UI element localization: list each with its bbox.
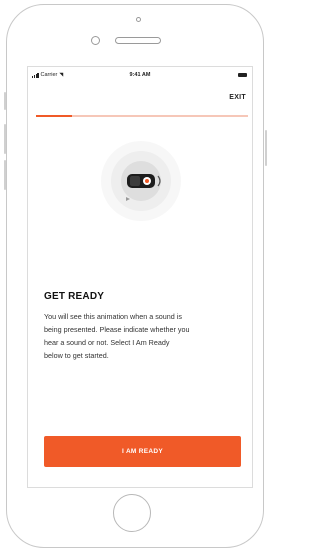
side-button bbox=[265, 130, 267, 166]
home-button[interactable] bbox=[113, 494, 151, 532]
progress-bar bbox=[36, 115, 248, 117]
side-button bbox=[4, 92, 6, 110]
status-bar: Carrier ◥ 9:41 AM bbox=[28, 67, 252, 81]
exit-button[interactable]: EXIT bbox=[229, 94, 246, 101]
instructions-line: being presented. Please indicate whether… bbox=[44, 325, 190, 334]
camera-icon bbox=[136, 17, 141, 22]
side-button bbox=[4, 160, 6, 190]
status-time: 9:41 AM bbox=[129, 72, 151, 78]
instructions-line: You will see this animation when a sound… bbox=[44, 312, 182, 321]
sound-animation-icon bbox=[101, 141, 181, 221]
instructions-line: below to get started. bbox=[44, 351, 109, 360]
progress-fill bbox=[36, 115, 73, 117]
get-ready-heading: GET READY bbox=[44, 291, 105, 302]
sensor-icon bbox=[91, 36, 100, 45]
side-button bbox=[4, 124, 6, 154]
battery-icon bbox=[238, 73, 247, 77]
i-am-ready-button[interactable]: I AM READY bbox=[44, 436, 241, 467]
instructions-text: You will see this animation when a sound… bbox=[44, 310, 244, 362]
speaker-icon bbox=[126, 174, 161, 201]
instructions-line: hear a sound or not. Select I Am Ready bbox=[44, 338, 170, 347]
speaker-grille bbox=[115, 37, 161, 44]
app-screen: Carrier ◥ 9:41 AM EXIT GET READY You wil… bbox=[27, 66, 253, 488]
